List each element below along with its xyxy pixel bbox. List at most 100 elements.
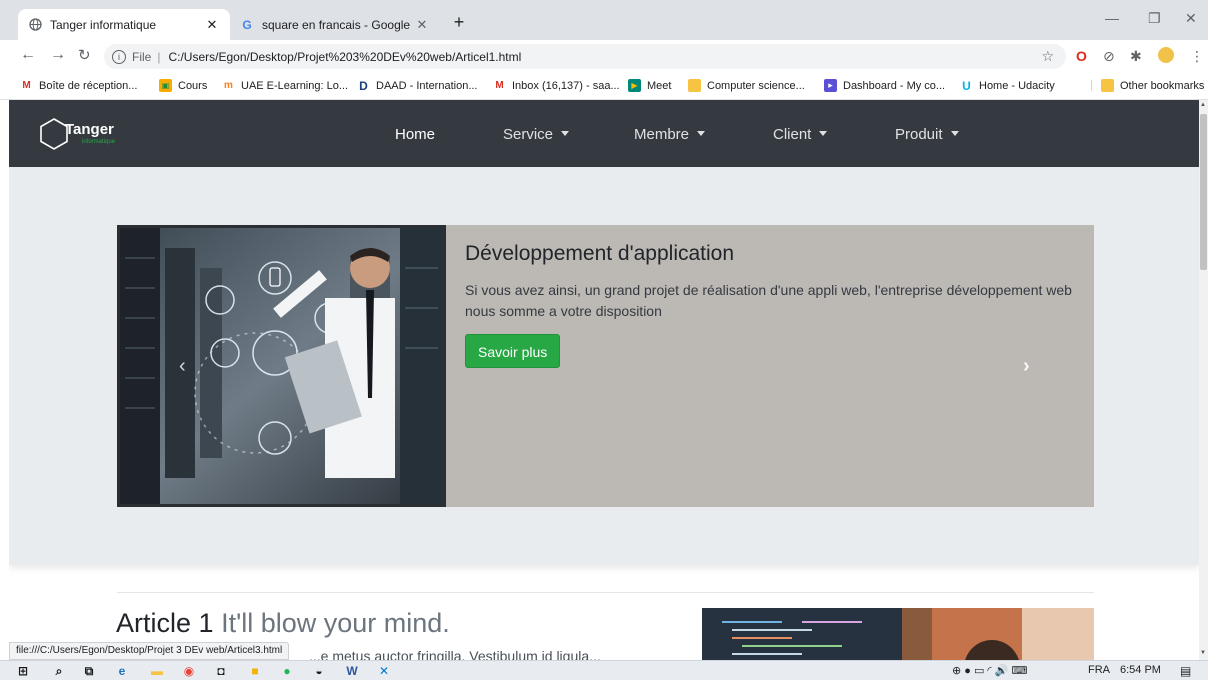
brand-name[interactable]: Tanger (65, 121, 114, 138)
file-explorer-icon[interactable]: ▬ (150, 664, 164, 678)
bookmark-label: Meet (647, 79, 672, 92)
bookmark-label: Cours (178, 79, 208, 92)
article-title: Article 1 (116, 608, 214, 638)
slide-title: Développement d'application (465, 242, 735, 265)
nav-home[interactable]: Home (395, 126, 435, 143)
bookmark-label: Computer science... (707, 79, 805, 92)
chrome-icon[interactable]: ◉ (182, 664, 196, 678)
info-icon[interactable]: i (112, 49, 126, 64)
nav-client[interactable]: Client (773, 126, 828, 143)
page-viewport: Tanger informatique Home Service Membre … (9, 100, 1199, 660)
carousel-next-icon[interactable]: › (1023, 355, 1030, 378)
bookmark-item[interactable]: Computer science... (688, 79, 805, 92)
app-icon[interactable]: ■ (248, 664, 262, 678)
windows-start-icon[interactable]: ⊞ (16, 664, 30, 678)
gmail-icon: M (495, 80, 504, 91)
clock[interactable]: 6:54 PM (1120, 664, 1161, 676)
close-window-icon[interactable]: ✕ (1185, 10, 1197, 27)
article-image-code (702, 608, 1094, 660)
search-icon[interactable]: ⌕ (52, 664, 66, 678)
scrollbar-thumb[interactable] (1200, 114, 1207, 270)
daad-icon: D (359, 78, 368, 93)
url-text: C:/Users/Egon/Desktop/Projet%203%20DEv%2… (168, 49, 522, 64)
address-bar[interactable]: i File | C:/Users/Egon/Desktop/Projet%20… (104, 44, 1066, 69)
caret-down-icon (819, 131, 828, 136)
minimize-icon[interactable]: — (1105, 10, 1119, 26)
app-icon[interactable]: ◒ (312, 664, 326, 678)
bookmark-label: Boîte de réception... (39, 79, 138, 92)
windows-taskbar: ⊞ ⌕ ⧉ e ▬ ◉ ◘ ■ ● ◒ W ✕ ⊕ ● ▭ ◜ 🔊 ⌨ FRA … (0, 660, 1208, 680)
other-bookmarks[interactable]: Other bookmarks (1101, 79, 1204, 92)
nav-produit[interactable]: Produit (895, 126, 959, 143)
close-tab-icon[interactable]: ✕ (414, 17, 430, 33)
edge-icon[interactable]: e (115, 664, 129, 678)
bookmark-item[interactable]: ▶ Meet (628, 79, 671, 92)
bookmark-label: Home - Udacity (979, 79, 1055, 92)
tab-title: Tanger informatique (50, 17, 157, 32)
block-icon[interactable]: ⊘ (1103, 48, 1115, 65)
bookmarks-bar: M Boîte de réception... ▣ Cours m UAE E-… (0, 73, 1208, 100)
bookmark-item[interactable]: ▣ Cours (159, 79, 207, 92)
forward-icon[interactable]: → (50, 46, 66, 64)
udacity-icon: U (962, 78, 971, 93)
tab-title: square en francais - Google Sear (262, 17, 414, 32)
new-tab-button[interactable]: + (448, 12, 470, 34)
article-text: ...e metus auctor fringilla. Vestibulum … (309, 648, 601, 660)
slide-image-datacenter (117, 225, 446, 507)
extensions-puzzle-icon[interactable]: ✱ (1130, 48, 1142, 65)
gmail-icon: M (22, 80, 31, 91)
url-separator: | (157, 49, 161, 64)
scroll-up-icon[interactable]: ▲ (1200, 102, 1206, 108)
carousel-prev-icon[interactable]: ‹ (179, 355, 186, 378)
browser-toolbar: ← → ↻ i File | C:/Users/Egon/Desktop/Pro… (0, 40, 1208, 73)
menu-kebab-icon[interactable]: ⋮ (1190, 48, 1204, 65)
vscode-icon[interactable]: ✕ (377, 664, 391, 678)
task-view-icon[interactable]: ⧉ (82, 664, 96, 678)
savoir-plus-button[interactable]: Savoir plus (465, 334, 561, 368)
folder-icon (1101, 79, 1114, 92)
brand-subtitle: informatique (82, 139, 116, 145)
caret-down-icon (950, 131, 959, 136)
bookmark-label: Inbox (16,137) - saa... (512, 79, 620, 92)
restore-icon[interactable]: ❐ (1148, 10, 1161, 27)
bookmark-item[interactable]: M Boîte de réception... (20, 79, 137, 92)
tab-tanger-informatique[interactable]: Tanger informatique ✕ (18, 9, 230, 40)
link-status-bubble: file:///C:/Users/Egon/Desktop/Projet 3 D… (9, 642, 290, 660)
bookmark-label: Dashboard - My co... (843, 79, 946, 92)
bookmark-item[interactable]: m UAE E-Learning: Lo... (222, 79, 348, 92)
reload-icon[interactable]: ↻ (78, 46, 91, 64)
hero-jumbotron: Développement d'application Si vous avez… (9, 167, 1199, 565)
scroll-down-icon[interactable]: ▼ (1200, 650, 1206, 656)
bookmark-star-icon[interactable]: ☆ (1041, 48, 1054, 65)
store-icon[interactable]: ◘ (214, 664, 228, 678)
bookmark-item[interactable]: D DAAD - Internation... (357, 78, 478, 93)
bookmark-item[interactable]: U Home - Udacity (960, 78, 1055, 93)
nav-service[interactable]: Service (503, 126, 570, 143)
caret-down-icon (697, 131, 706, 136)
profile-avatar[interactable] (1158, 47, 1174, 63)
caret-down-icon (561, 131, 570, 136)
bookmark-label: UAE E-Learning: Lo... (241, 79, 349, 92)
article-heading: Article 1 It'll blow your mind. (116, 608, 450, 639)
close-tab-icon[interactable]: ✕ (204, 17, 220, 33)
word-icon[interactable]: W (345, 664, 359, 678)
moodle-icon: m (224, 80, 233, 91)
bookmark-divider: | (1090, 79, 1093, 91)
bookmark-item[interactable]: ▸ Dashboard - My co... (824, 79, 945, 92)
nav-membre[interactable]: Membre (634, 126, 706, 143)
spotify-icon[interactable]: ● (280, 664, 294, 678)
back-icon[interactable]: ← (20, 46, 36, 64)
opera-icon[interactable]: O (1076, 48, 1087, 64)
site-navbar: Tanger informatique Home Service Membre … (9, 100, 1199, 167)
notifications-icon[interactable]: ▤ (1180, 664, 1191, 678)
bookmark-label: DAAD - Internation... (376, 79, 478, 92)
bookmark-item[interactable]: M Inbox (16,137) - saa... (493, 79, 620, 92)
tab-google-search[interactable]: G square en francais - Google Sear ✕ (230, 9, 440, 40)
bookmark-label: Other bookmarks (1120, 79, 1205, 92)
section-divider (117, 592, 1094, 593)
tray-icons[interactable]: ⊕ ● ▭ ◜ 🔊 ⌨ (952, 664, 1027, 677)
article-subtitle: It'll blow your mind. (221, 608, 450, 638)
language-indicator[interactable]: FRA (1088, 664, 1110, 676)
page-scrollbar[interactable]: ▲ ▼ (1199, 100, 1208, 660)
url-scheme: File (132, 49, 152, 64)
